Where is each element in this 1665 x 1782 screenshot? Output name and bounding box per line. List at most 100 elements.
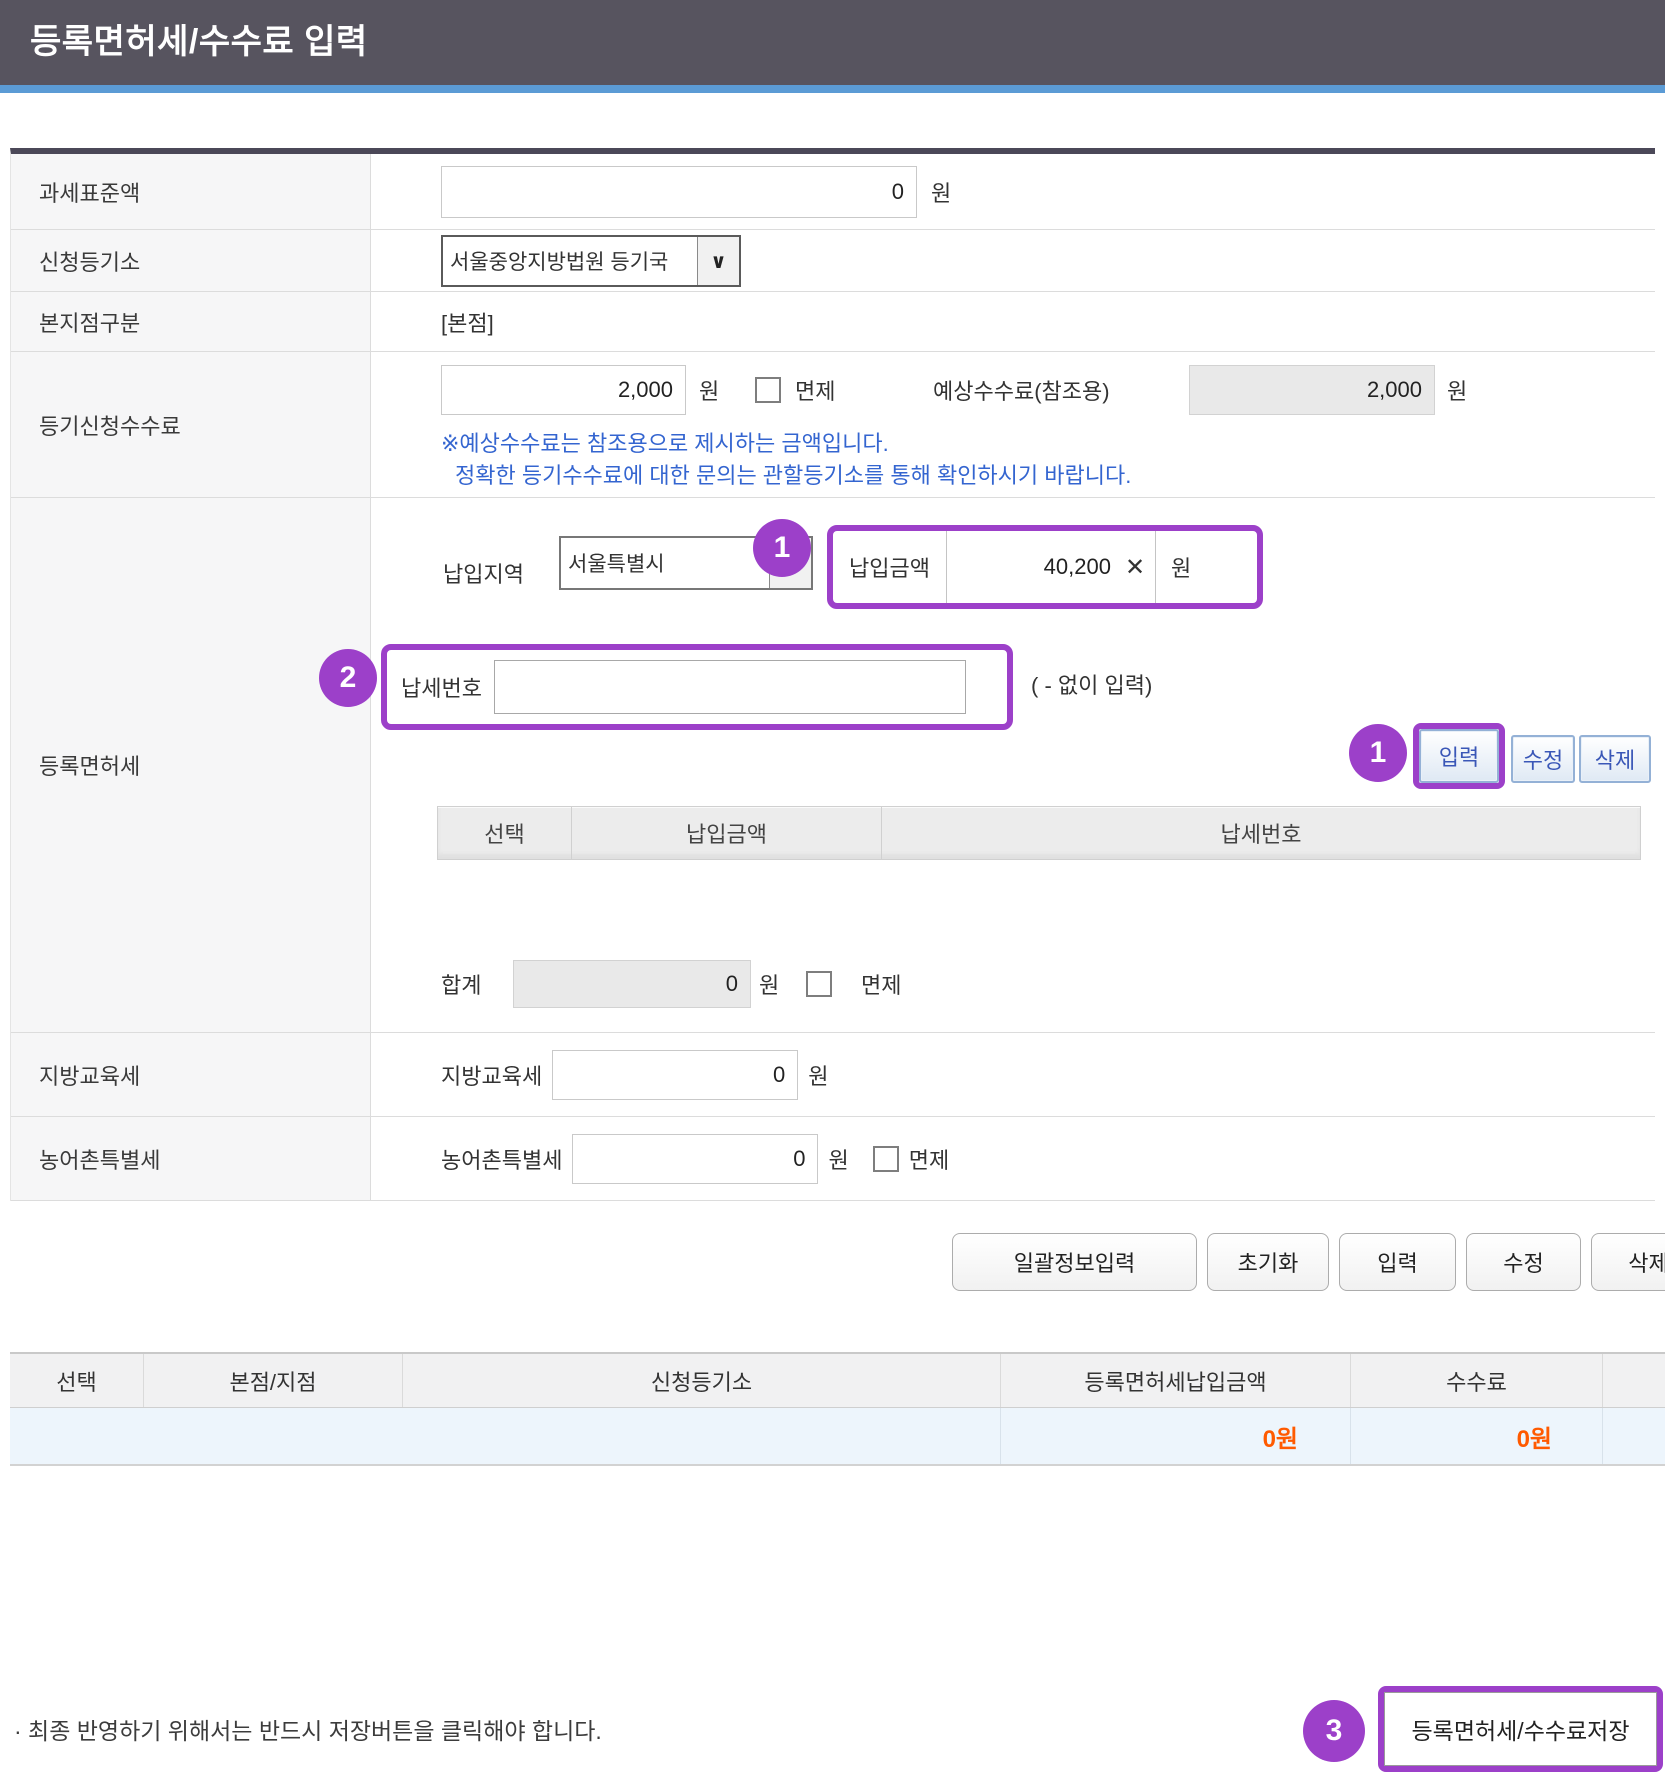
row-registry-office: 신청등기소 서울중앙지방법원 등기국 ∨	[11, 230, 1655, 292]
delete-button[interactable]: 삭제	[1591, 1233, 1665, 1291]
cell-extra	[1603, 1408, 1665, 1464]
license-tax-label: 등록면허세	[11, 498, 371, 1032]
input-button[interactable]: 입력	[1339, 1233, 1456, 1291]
save-button-highlight: 등록면허세/수수료저장	[1378, 1686, 1663, 1772]
col-payment-amount: 납입금액	[572, 807, 882, 859]
payment-region-selected-value: 서울특별시	[561, 538, 769, 588]
cell-fee: 0원	[1351, 1408, 1603, 1464]
registry-office-select[interactable]: 서울중앙지방법원 등기국 ∨	[441, 235, 741, 287]
reset-button[interactable]: 초기화	[1207, 1233, 1329, 1291]
registration-fee-label: 등기신청수수료	[11, 352, 371, 497]
summary-table: 선택 본점/지점 신청등기소 등록면허세납입금액 수수료 0원 0원	[10, 1352, 1665, 1466]
tax-number-label: 납세번호	[401, 671, 482, 703]
edit-button[interactable]: 수정	[1466, 1233, 1581, 1291]
local-education-tax-label: 지방교육세	[11, 1033, 371, 1116]
rural-special-tax-input[interactable]	[572, 1134, 818, 1184]
estimate-fee-label: 예상수수료(참조용)	[933, 365, 1110, 415]
dropdown-arrow-icon: ∨	[697, 237, 739, 285]
local-education-tax-field-label: 지방교육세	[441, 1059, 542, 1091]
row-registration-fee: 등기신청수수료 원 면제 예상수수료(참조용) 원 ※예상수수료는 참조용으로 …	[11, 352, 1655, 498]
col-select: 선택	[438, 807, 572, 859]
estimate-fee-input	[1189, 365, 1435, 415]
cell-branch	[144, 1408, 403, 1464]
estimate-note-line1: ※예상수수료는 참조용으로 제시하는 금액입니다.	[441, 426, 889, 458]
step-badge-3: 3	[1303, 1700, 1365, 1762]
won-label: 원	[808, 1059, 828, 1091]
cell-select	[10, 1408, 144, 1464]
row-rural-special-tax: 농어촌특별세 농어촌특별세 원 면제	[11, 1117, 1655, 1201]
cell-registry-office	[403, 1408, 1001, 1464]
won-label: 원	[699, 365, 719, 415]
won-label: 원	[828, 1143, 848, 1175]
rural-special-tax-exempt-label: 면제	[909, 1143, 949, 1175]
registry-office-cell: 서울중앙지방법원 등기국 ∨	[371, 230, 1655, 291]
summary-table-header: 선택 본점/지점 신청등기소 등록면허세납입금액 수수료	[10, 1352, 1665, 1408]
won-label: 원	[759, 960, 779, 1008]
row-tax-base: 과세표준액 원	[11, 154, 1655, 230]
payment-amount-highlight: 납입금액 ✕ 원	[827, 525, 1263, 609]
registration-fee-exempt-label: 면제	[795, 365, 835, 415]
col-registry-office: 신청등기소	[403, 1354, 1001, 1407]
save-license-tax-fee-button[interactable]: 등록면허세/수수료저장	[1384, 1692, 1657, 1766]
payment-amount-input[interactable]	[947, 531, 1115, 603]
save-note: · 최종 반영하기 위해서는 반드시 저장버튼을 클릭해야 합니다.	[14, 1712, 602, 1746]
bulk-input-button[interactable]: 일괄정보입력	[952, 1233, 1197, 1291]
estimate-note-line2: 정확한 등기수수료에 대한 문의는 관할등기소를 통해 확인하시기 바랍니다.	[455, 458, 1131, 490]
step-badge-1: 1	[753, 519, 811, 577]
page-title: 등록면허세/수수료 입력	[30, 0, 368, 85]
branch-type-cell: [본점]	[371, 292, 1655, 351]
license-tax-edit-button[interactable]: 수정	[1511, 735, 1575, 783]
form-action-buttons: 일괄정보입력 초기화 입력 수정 삭제	[952, 1233, 1665, 1291]
won-label: 원	[1447, 365, 1467, 415]
tax-number-group: 납세번호	[387, 650, 1007, 724]
won-label: 원	[1156, 531, 1206, 603]
row-license-tax: 등록면허세 납입지역 서울특별시 ∨ 1 납입금액 ✕ 원 2 납세번호	[11, 498, 1655, 1033]
summary-table-row[interactable]: 0원 0원	[10, 1408, 1665, 1466]
license-tax-delete-button[interactable]: 삭제	[1579, 735, 1651, 783]
branch-type-value: [본점]	[441, 306, 494, 338]
col-branch: 본점/지점	[144, 1354, 403, 1407]
registry-office-selected-value: 서울중앙지방법원 등기국	[443, 237, 697, 285]
local-education-tax-cell: 지방교육세 원	[371, 1033, 1655, 1116]
payment-region-label: 납입지역	[443, 546, 524, 600]
registration-fee-cell: 원 면제 예상수수료(참조용) 원 ※예상수수료는 참조용으로 제시하는 금액입…	[371, 352, 1655, 497]
col-fee: 수수료	[1351, 1354, 1603, 1407]
row-local-education-tax: 지방교육세 지방교육세 원	[11, 1033, 1655, 1117]
cell-license-tax-amount: 0원	[1001, 1408, 1351, 1464]
registry-office-label: 신청등기소	[11, 230, 371, 291]
tax-base-label: 과세표준액	[11, 154, 371, 229]
license-tax-table-header: 선택 납입금액 납세번호	[437, 806, 1641, 860]
rural-special-tax-field-label: 농어촌특별세	[441, 1143, 562, 1175]
tax-fee-form-table: 과세표준액 원 신청등기소 서울중앙지방법원 등기국 ∨ 본지점구분 [본점] …	[10, 148, 1655, 1201]
col-license-tax-amount: 등록면허세납입금액	[1001, 1354, 1351, 1407]
col-tax-number: 납세번호	[882, 807, 1640, 859]
license-tax-input-button[interactable]: 입력	[1419, 729, 1499, 783]
step-badge-1b: 1	[1349, 724, 1407, 782]
rural-special-tax-label: 농어촌특별세	[11, 1117, 371, 1200]
tax-base-cell: 원	[371, 154, 1655, 229]
local-education-tax-input[interactable]	[552, 1050, 798, 1100]
rural-special-tax-cell: 농어촌특별세 원 면제	[371, 1117, 1655, 1200]
clear-amount-icon[interactable]: ✕	[1115, 531, 1155, 603]
total-input	[513, 960, 751, 1008]
total-exempt-checkbox[interactable]	[806, 971, 832, 997]
tax-number-hint: ( - 없이 입력)	[1031, 656, 1152, 712]
total-label: 합계	[441, 960, 481, 1008]
registration-fee-input[interactable]	[441, 365, 686, 415]
branch-type-label: 본지점구분	[11, 292, 371, 351]
won-label: 원	[931, 166, 951, 218]
payment-amount-group: 납입금액 ✕ 원	[833, 531, 1257, 603]
rural-special-tax-exempt-checkbox[interactable]	[873, 1146, 899, 1172]
row-branch-type: 본지점구분 [본점]	[11, 292, 1655, 352]
payment-amount-label: 납입금액	[833, 531, 946, 603]
tax-number-input[interactable]	[494, 660, 966, 714]
step-badge-2: 2	[319, 649, 377, 707]
tax-number-highlight: 납세번호	[381, 644, 1013, 730]
col-select: 선택	[10, 1354, 144, 1407]
page-header: 등록면허세/수수료 입력	[0, 0, 1665, 93]
col-extra	[1603, 1354, 1665, 1407]
total-exempt-label: 면제	[861, 960, 901, 1008]
input-button-highlight: 입력	[1413, 723, 1505, 789]
tax-base-input[interactable]	[441, 166, 917, 218]
registration-fee-exempt-checkbox[interactable]	[755, 377, 781, 403]
